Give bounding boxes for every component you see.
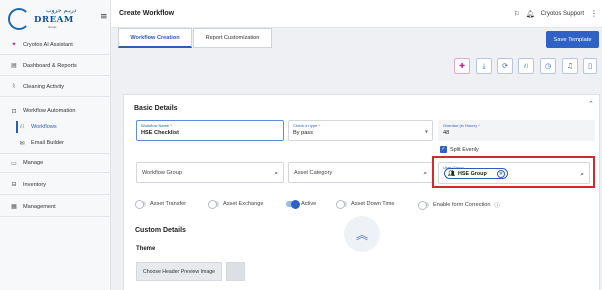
- sidebar-item-label: Cryotos AI Assistant: [23, 41, 73, 48]
- header-actions: ⚐ 🔔︎ Cryotos Support ⋮: [513, 9, 598, 18]
- sidebar-subitem-workflows[interactable]: ⛙ Workflows: [0, 120, 111, 134]
- choose-header-preview-button[interactable]: Choose Header Preview Image: [136, 262, 222, 281]
- search-icon[interactable]: ⌕: [274, 169, 278, 178]
- theme-label: Theme: [136, 246, 156, 252]
- bell-icon[interactable]: ♫: [562, 58, 578, 74]
- check-in-type-select[interactable]: Check in type * By pass ▼: [288, 120, 433, 141]
- toggle-label: Active: [301, 201, 317, 207]
- page-title: Create Workflow: [119, 10, 175, 17]
- add-icon[interactable]: ✚: [454, 58, 470, 74]
- logo-subtitle: Group: [48, 25, 57, 29]
- top-header: Create Workflow ⚐ 🔔︎ Cryotos Support ⋮: [111, 0, 602, 28]
- workflow-icon: ⊡: [11, 107, 17, 115]
- manage-icon: ▭: [11, 159, 17, 167]
- sidebar-item-dashboard[interactable]: ▤ Dashboard & Reports: [0, 56, 111, 76]
- notification-bell-icon[interactable]: 🔔︎: [526, 10, 535, 18]
- sidebar-item-cleaning[interactable]: ⌇ Cleaning Activity: [0, 77, 111, 97]
- toggle-label: Asset Exchange: [223, 201, 264, 207]
- announcement-icon[interactable]: ⚐: [513, 10, 519, 18]
- split-evenly-label: Split Evenly: [450, 146, 479, 153]
- tab-report-customization[interactable]: Report Customization: [193, 28, 272, 48]
- sidebar-item-workflow-automation[interactable]: ⊡ Workflow Automation: [0, 101, 111, 121]
- dashboard-icon: ▤: [11, 62, 17, 69]
- custom-details-title: Custom Details: [135, 227, 186, 234]
- toggle-switch[interactable]: [336, 200, 347, 209]
- sidebar: دريـم جروب DREAM Group ≡ ✦ Cryotos AI As…: [0, 0, 111, 290]
- check-in-type-value: By pass: [293, 130, 313, 136]
- check-in-type-label: Check in type: [293, 123, 318, 128]
- workflow-group-placeholder: Workflow Group: [142, 170, 182, 176]
- toggle-label: Asset Transfer: [150, 201, 187, 207]
- basic-details-title: Basic Details: [134, 105, 178, 112]
- sidebar-item-management[interactable]: ▦ Management: [0, 197, 111, 217]
- workflow-name-value: HSE Checklist: [141, 130, 179, 136]
- sidebar-item-label: Dashboard & Reports: [23, 62, 77, 69]
- flow-icon[interactable]: ⛙: [518, 58, 534, 74]
- mobile-icon[interactable]: ▯: [583, 58, 597, 74]
- logo-emblem: [8, 8, 30, 30]
- search-icon[interactable]: ⌕: [423, 169, 427, 178]
- logo-arabic-text: دريـم جروب: [46, 7, 77, 14]
- toggle-active[interactable]: Active: [286, 200, 317, 209]
- management-icon: ▦: [11, 203, 17, 210]
- highlight-annotation: [432, 156, 595, 188]
- overdue-hours-value: 48: [443, 130, 450, 136]
- inventory-icon: ⊟: [11, 181, 17, 188]
- logo-name: DREAM: [34, 15, 74, 25]
- broom-icon: ⌇: [12, 83, 16, 90]
- info-icon[interactable]: ⓘ: [495, 201, 501, 209]
- refresh-doc-icon[interactable]: ⟳: [497, 58, 513, 74]
- sidebar-item-label: Inventory: [23, 181, 47, 188]
- save-template-button[interactable]: Save Template: [546, 31, 599, 48]
- asset-category-field[interactable]: Asset Category ⌕: [288, 162, 433, 183]
- preview-image-placeholder: [226, 262, 245, 281]
- workflow-name-label: Workflow Name: [141, 123, 170, 128]
- download-icon[interactable]: ⤓: [476, 58, 492, 74]
- overdue-hours-label: Overdue (in Hours): [443, 123, 478, 128]
- checkbox-checked-icon[interactable]: ✓: [440, 146, 447, 153]
- sparkle-icon: ✦: [11, 41, 17, 48]
- sidebar-item-label: Manage: [23, 160, 44, 166]
- workflow-group-field[interactable]: Workflow Group ⌕: [136, 162, 284, 183]
- company-logo: دريـم جروب DREAM Group: [8, 6, 78, 32]
- collapse-chevron-icon[interactable]: ⌃: [588, 100, 594, 108]
- user-name[interactable]: Cryotos Support: [541, 11, 584, 17]
- toggle-asset-transfer[interactable]: Asset Transfer: [135, 200, 187, 209]
- split-evenly-option[interactable]: ✓ Split Evenly: [440, 146, 479, 153]
- timer-icon[interactable]: ◷: [540, 58, 556, 74]
- toggle-enable-form-correction[interactable]: Enable form Correction ⓘ: [418, 201, 501, 210]
- sidebar-item-label: Workflow Automation: [23, 108, 76, 114]
- email-icon: ✉: [19, 139, 25, 147]
- workflow-tree-icon: ⛙: [19, 123, 25, 130]
- toggle-switch[interactable]: [286, 200, 300, 209]
- toggle-switch[interactable]: [135, 200, 146, 209]
- tab-workflow-creation[interactable]: Workflow Creation: [118, 28, 192, 48]
- sidebar-item-label: Cleaning Activity: [23, 83, 65, 90]
- toggle-switch[interactable]: [208, 200, 219, 209]
- scroll-to-top-icon[interactable]: ︽: [344, 216, 380, 252]
- sidebar-item-inventory[interactable]: ⊟ Inventory: [0, 175, 111, 195]
- toggle-asset-exchange[interactable]: Asset Exchange: [208, 200, 264, 209]
- hamburger-menu-icon[interactable]: ≡: [100, 13, 108, 22]
- sidebar-item-label: Management: [23, 203, 56, 210]
- sidebar-item-ai-assistant[interactable]: ✦ Cryotos AI Assistant: [0, 35, 111, 55]
- sidebar-subitem-label: Workflows: [31, 124, 57, 130]
- toggle-label: Enable form Correction: [433, 202, 491, 208]
- sidebar-subitem-label: Email Builder: [31, 140, 64, 146]
- toggle-label: Asset Down Time: [351, 201, 395, 207]
- chevron-down-icon: ▼: [424, 129, 428, 134]
- overdue-hours-field[interactable]: Overdue (in Hours) * 48: [438, 120, 595, 141]
- asset-category-placeholder: Asset Category: [294, 170, 333, 176]
- sidebar-subitem-email-builder[interactable]: ✉ Email Builder: [0, 136, 111, 150]
- sidebar-item-manage[interactable]: ▭ Manage: [0, 153, 111, 173]
- workflow-name-field[interactable]: Workflow Name * HSE Checklist: [136, 120, 284, 141]
- toggle-asset-down-time[interactable]: Asset Down Time: [336, 200, 395, 209]
- toggle-switch[interactable]: [418, 201, 429, 210]
- more-menu-icon[interactable]: ⋮: [590, 9, 598, 18]
